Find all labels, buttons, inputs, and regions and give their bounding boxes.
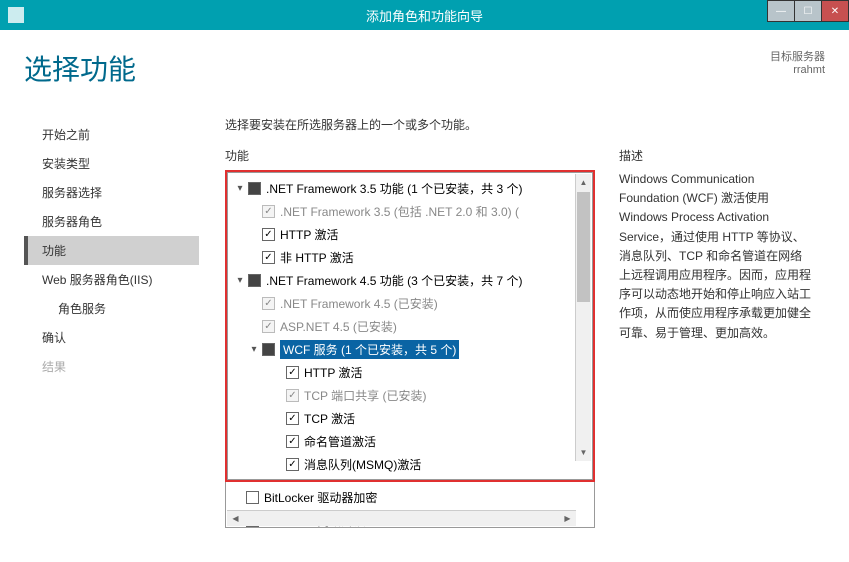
close-button[interactable]: ✕ <box>821 0 849 22</box>
node-label: WCF 服务 (1 个已安装，共 5 个) <box>280 340 459 359</box>
target-server-label: 目标服务器 <box>770 48 825 64</box>
checkbox <box>262 205 275 218</box>
maximize-button[interactable]: ☐ <box>794 0 822 22</box>
app-icon <box>8 7 24 23</box>
checkbox[interactable] <box>286 458 299 471</box>
sidebar-item-1[interactable]: 安装类型 <box>24 149 199 178</box>
features-tree-box: ▾ .NET Framework 3.5 功能 (1 个已安装，共 3 个) .NE… <box>227 172 593 480</box>
minimize-button[interactable]: — <box>767 0 795 22</box>
expander-icon[interactable]: ▾ <box>248 344 260 355</box>
checkbox <box>262 320 275 333</box>
description-column: 描述 Windows Communication Foundation (WCF… <box>619 147 825 528</box>
columns: 功能 ▾ .NET Framework 3.5 功能 (1 个已安装，共 3 个)… <box>225 147 825 528</box>
node-label: 非 HTTP 激活 <box>280 249 354 266</box>
node-label: .NET Framework 3.5 功能 (1 个已安装，共 3 个) <box>266 180 522 197</box>
checkbox[interactable] <box>248 274 261 287</box>
tree-node-2[interactable]: HTTP 激活 <box>228 223 592 246</box>
checkbox[interactable] <box>286 412 299 425</box>
tree-node-11[interactable]: 命名管道激活 <box>228 430 592 453</box>
node-label: 消息队列(MSMQ)激活 <box>304 456 421 473</box>
tree-node-3[interactable]: 非 HTTP 激活 <box>228 246 592 269</box>
extra-node-0[interactable]: BitLocker 驱动器加密 <box>226 486 594 509</box>
node-label: 命名管道激活 <box>304 433 376 450</box>
target-server-name: rrahmt <box>770 64 825 76</box>
tree-node-5[interactable]: .NET Framework 4.5 (已安装) <box>228 292 592 315</box>
expander-icon[interactable]: ▾ <box>234 275 246 286</box>
sidebar-item-6[interactable]: 角色服务 <box>24 294 199 323</box>
sidebar-item-0[interactable]: 开始之前 <box>24 120 199 149</box>
window-title: 添加角色和功能向导 <box>366 6 483 25</box>
sidebar: 开始之前安装类型服务器选择服务器角色功能Web 服务器角色(IIS)角色服务确认… <box>24 116 199 528</box>
features-tree[interactable]: ▾ .NET Framework 3.5 功能 (1 个已安装，共 3 个) .NE… <box>228 173 592 479</box>
scroll-left-button[interactable]: ◀ <box>227 511 244 526</box>
checkbox[interactable] <box>248 182 261 195</box>
tree-node-9[interactable]: TCP 端口共享 (已安装) <box>228 384 592 407</box>
features-tree-extra: BitLocker 驱动器加密BitLocker 网络解锁 ◀ ▶ <box>225 482 595 528</box>
sidebar-item-2[interactable]: 服务器选择 <box>24 178 199 207</box>
tree-node-10[interactable]: TCP 激活 <box>228 407 592 430</box>
node-label: .NET Framework 4.5 功能 (3 个已安装，共 7 个) <box>266 272 522 289</box>
body-row: 开始之前安装类型服务器选择服务器角色功能Web 服务器角色(IIS)角色服务确认… <box>24 116 825 528</box>
checkbox[interactable] <box>262 228 275 241</box>
main-panel: 选择要安装在所选服务器上的一个或多个功能。 功能 ▾ .NET Framework… <box>199 116 825 528</box>
node-label: ASP.NET 4.5 (已安装) <box>280 318 397 335</box>
tree-node-12[interactable]: 消息队列(MSMQ)激活 <box>228 453 592 476</box>
checkbox[interactable] <box>262 343 275 356</box>
content: 选择功能 目标服务器 rrahmt 开始之前安装类型服务器选择服务器角色功能We… <box>0 30 849 562</box>
checkbox <box>262 297 275 310</box>
checkbox[interactable] <box>286 366 299 379</box>
checkbox[interactable] <box>262 251 275 264</box>
description-label: 描述 <box>619 147 813 164</box>
tree-node-7[interactable]: ▾ WCF 服务 (1 个已安装，共 5 个) <box>228 338 592 361</box>
page-title: 选择功能 <box>24 48 136 88</box>
server-info: 目标服务器 rrahmt <box>770 48 825 76</box>
sidebar-item-7[interactable]: 确认 <box>24 323 199 352</box>
instruction-text: 选择要安装在所选服务器上的一个或多个功能。 <box>225 116 825 133</box>
expander-icon[interactable]: ▾ <box>234 183 246 194</box>
tree-node-6[interactable]: ASP.NET 4.5 (已安装) <box>228 315 592 338</box>
node-label: .NET Framework 4.5 (已安装) <box>280 295 438 312</box>
features-label: 功能 <box>225 147 595 164</box>
node-label: .NET Framework 3.5 (包括 .NET 2.0 和 3.0) ( <box>280 203 519 220</box>
node-label: HTTP 激活 <box>304 364 362 381</box>
scroll-thumb[interactable] <box>577 192 590 302</box>
tree-node-0[interactable]: ▾ .NET Framework 3.5 功能 (1 个已安装，共 3 个) <box>228 177 592 200</box>
sidebar-item-5[interactable]: Web 服务器角色(IIS) <box>24 265 199 294</box>
description-text: Windows Communication Foundation (WCF) 激… <box>619 170 813 343</box>
horizontal-scrollbar[interactable]: ◀ ▶ <box>227 510 576 526</box>
node-label: TCP 激活 <box>304 410 355 427</box>
scroll-up-button[interactable]: ▲ <box>576 174 591 191</box>
checkbox[interactable] <box>286 435 299 448</box>
page: 选择功能 目标服务器 rrahmt 开始之前安装类型服务器选择服务器角色功能We… <box>0 30 849 562</box>
titlebar: 添加角色和功能向导 — ☐ ✕ <box>0 0 849 30</box>
window-buttons: — ☐ ✕ <box>768 0 849 22</box>
header-row: 选择功能 目标服务器 rrahmt <box>24 48 825 88</box>
scroll-down-button[interactable]: ▼ <box>576 444 591 461</box>
vertical-scrollbar[interactable]: ▲ ▼ <box>575 174 591 461</box>
sidebar-item-8: 结果 <box>24 352 199 381</box>
tree-node-8[interactable]: HTTP 激活 <box>228 361 592 384</box>
tree-node-1[interactable]: .NET Framework 3.5 (包括 .NET 2.0 和 3.0) ( <box>228 200 592 223</box>
sidebar-item-3[interactable]: 服务器角色 <box>24 207 199 236</box>
features-tree-highlight: ▾ .NET Framework 3.5 功能 (1 个已安装，共 3 个) .NE… <box>225 170 595 482</box>
node-label: TCP 端口共享 (已安装) <box>304 387 426 404</box>
features-column: 功能 ▾ .NET Framework 3.5 功能 (1 个已安装，共 3 个)… <box>225 147 595 528</box>
checkbox <box>286 389 299 402</box>
node-label: HTTP 激活 <box>280 226 338 243</box>
sidebar-item-4[interactable]: 功能 <box>24 236 199 265</box>
checkbox[interactable] <box>246 491 259 504</box>
node-label: BitLocker 驱动器加密 <box>264 489 377 506</box>
scroll-right-button[interactable]: ▶ <box>559 511 576 526</box>
tree-node-4[interactable]: ▾ .NET Framework 4.5 功能 (3 个已安装，共 7 个) <box>228 269 592 292</box>
